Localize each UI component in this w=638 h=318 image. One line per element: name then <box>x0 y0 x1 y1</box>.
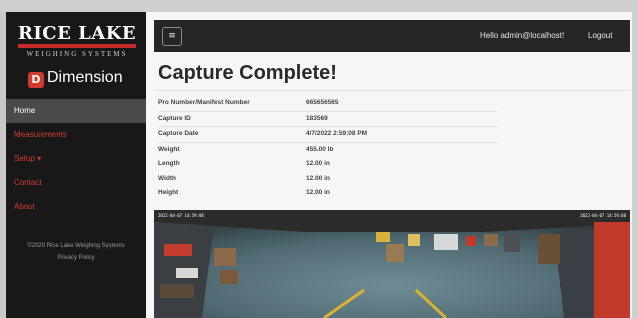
detail-label: Width <box>158 174 176 182</box>
sidebar-item-home[interactable]: Home <box>6 99 146 123</box>
detail-label: Weight <box>158 145 180 153</box>
product-name: Dimension <box>47 69 123 86</box>
capture-details: Pro Number/Manifest Number 665656565 Cap… <box>158 96 498 201</box>
detail-row: Weight 455.00 lb <box>158 143 498 158</box>
detail-label: Length <box>158 160 180 167</box>
warehouse-scene <box>154 210 630 318</box>
detail-row: Capture Date 4/7/2022 2:59:08 PM <box>158 127 498 143</box>
detail-value: 183569 <box>306 114 328 122</box>
detail-row: Height 12.00 in <box>158 186 498 201</box>
sidebar: RICE LAKE WEIGHING SYSTEMS D Dimension H… <box>6 12 146 318</box>
detail-row: Length 12.00 in <box>158 157 498 172</box>
logout-link[interactable]: Logout <box>588 20 612 52</box>
camera-timestamp-left: 2022-04-07 14:59:08 <box>158 213 204 218</box>
sidebar-item-about[interactable]: About <box>6 195 146 219</box>
detail-label: Height <box>158 189 179 196</box>
dimension-logo-icon: D <box>28 72 44 88</box>
detail-label: Pro Number/Manifest Number <box>158 99 250 106</box>
brand-logo[interactable]: RICE LAKE WEIGHING SYSTEMS D Dimension <box>6 12 146 98</box>
sidebar-item-measurements[interactable]: Measurements <box>6 123 146 147</box>
detail-value: 4/7/2022 2:59:08 PM <box>306 130 368 137</box>
page-title: Capture Complete! <box>158 62 337 84</box>
user-greeting[interactable]: Hello admin@localhost! <box>480 20 564 52</box>
privacy-policy-link[interactable]: Privacy Policy <box>6 252 146 264</box>
sidebar-item-setup[interactable]: Setup ▾ <box>6 147 146 171</box>
brand-name: RICE LAKE <box>17 23 137 44</box>
brand-subtitle: WEIGHING SYSTEMS <box>26 50 128 58</box>
title-divider <box>154 90 630 91</box>
window-frame-top <box>0 0 638 12</box>
capture-camera-image: 2022-04-07 14:59:08 2022-04-07 14:59:08 <box>154 210 630 318</box>
window-frame-right <box>632 0 638 318</box>
menu-icon: ≡ <box>168 31 176 41</box>
detail-value: 12.00 in <box>306 174 330 182</box>
sidebar-item-contact[interactable]: Contact <box>6 171 146 195</box>
detail-row: Width 12.00 in <box>158 172 498 187</box>
detail-label: Capture ID <box>158 114 191 122</box>
detail-value: 12.00 in <box>306 189 330 196</box>
copyright-text: ©2020 Rice Lake Weighing Systems <box>27 243 125 249</box>
camera-timestamp-right: 2022-04-07 14:59:08 <box>580 213 626 218</box>
sidebar-footer: ©2020 Rice Lake Weighing Systems Privacy… <box>6 240 146 264</box>
detail-value: 455.00 lb <box>306 145 334 153</box>
detail-value: 12.00 in <box>306 160 330 167</box>
detail-row: Capture ID 183569 <box>158 112 498 127</box>
detail-label: Capture Date <box>158 130 199 137</box>
main-content: ≡ Hello admin@localhost! Logout Capture … <box>146 12 632 318</box>
sidebar-nav: Home Measurements Setup ▾ Contact About <box>6 99 146 219</box>
menu-toggle-button[interactable]: ≡ <box>162 27 182 46</box>
top-navbar: ≡ Hello admin@localhost! Logout <box>154 20 630 52</box>
detail-row: Pro Number/Manifest Number 665656565 <box>158 96 498 112</box>
brand-divider <box>18 44 136 48</box>
detail-value: 665656565 <box>306 99 339 106</box>
